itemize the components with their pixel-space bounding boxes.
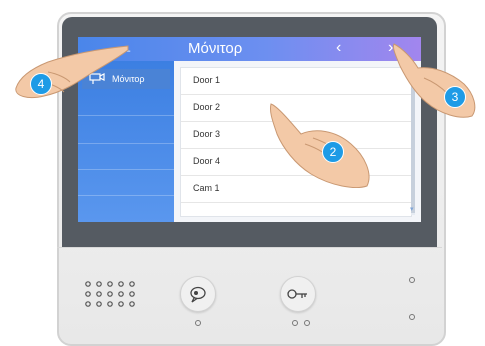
- step-badge-4: 4: [30, 73, 52, 95]
- list-item-label: Door 3: [193, 129, 221, 139]
- unlock-button[interactable]: [280, 276, 316, 312]
- list-item-label: Cam 1: [193, 183, 220, 193]
- talk-icon: [189, 285, 207, 308]
- previous-button[interactable]: ‹: [336, 39, 341, 57]
- indicator-led: [292, 320, 298, 326]
- step-badge-3: 3: [444, 86, 466, 108]
- indicator-led: [195, 320, 201, 326]
- sidebar-divider: [78, 115, 174, 116]
- hand-pointer-icon: [270, 103, 370, 188]
- indicator-led: [304, 320, 310, 326]
- indicator-led: [409, 314, 415, 320]
- panel-divider: [57, 247, 442, 248]
- sidebar-divider: [78, 143, 174, 144]
- speaker-grille: [85, 281, 135, 307]
- list-item-label: Door 4: [193, 156, 221, 166]
- talk-button[interactable]: [180, 276, 216, 312]
- scroll-down-icon[interactable]: ▾: [410, 205, 414, 213]
- list-item-door-1[interactable]: Door 1: [181, 68, 411, 95]
- sidebar-divider: [78, 169, 174, 170]
- key-icon: [287, 287, 309, 306]
- list-item-label: Door 1: [193, 75, 221, 85]
- page-title: Μόνιτορ: [188, 40, 243, 57]
- hand-pointer-icon: [393, 43, 476, 118]
- step-badge-2: 2: [322, 141, 344, 163]
- sidebar-divider: [78, 195, 174, 196]
- indicator-led: [409, 277, 415, 283]
- list-item-label: Door 2: [193, 102, 221, 112]
- hand-pointer-icon: [15, 45, 129, 99]
